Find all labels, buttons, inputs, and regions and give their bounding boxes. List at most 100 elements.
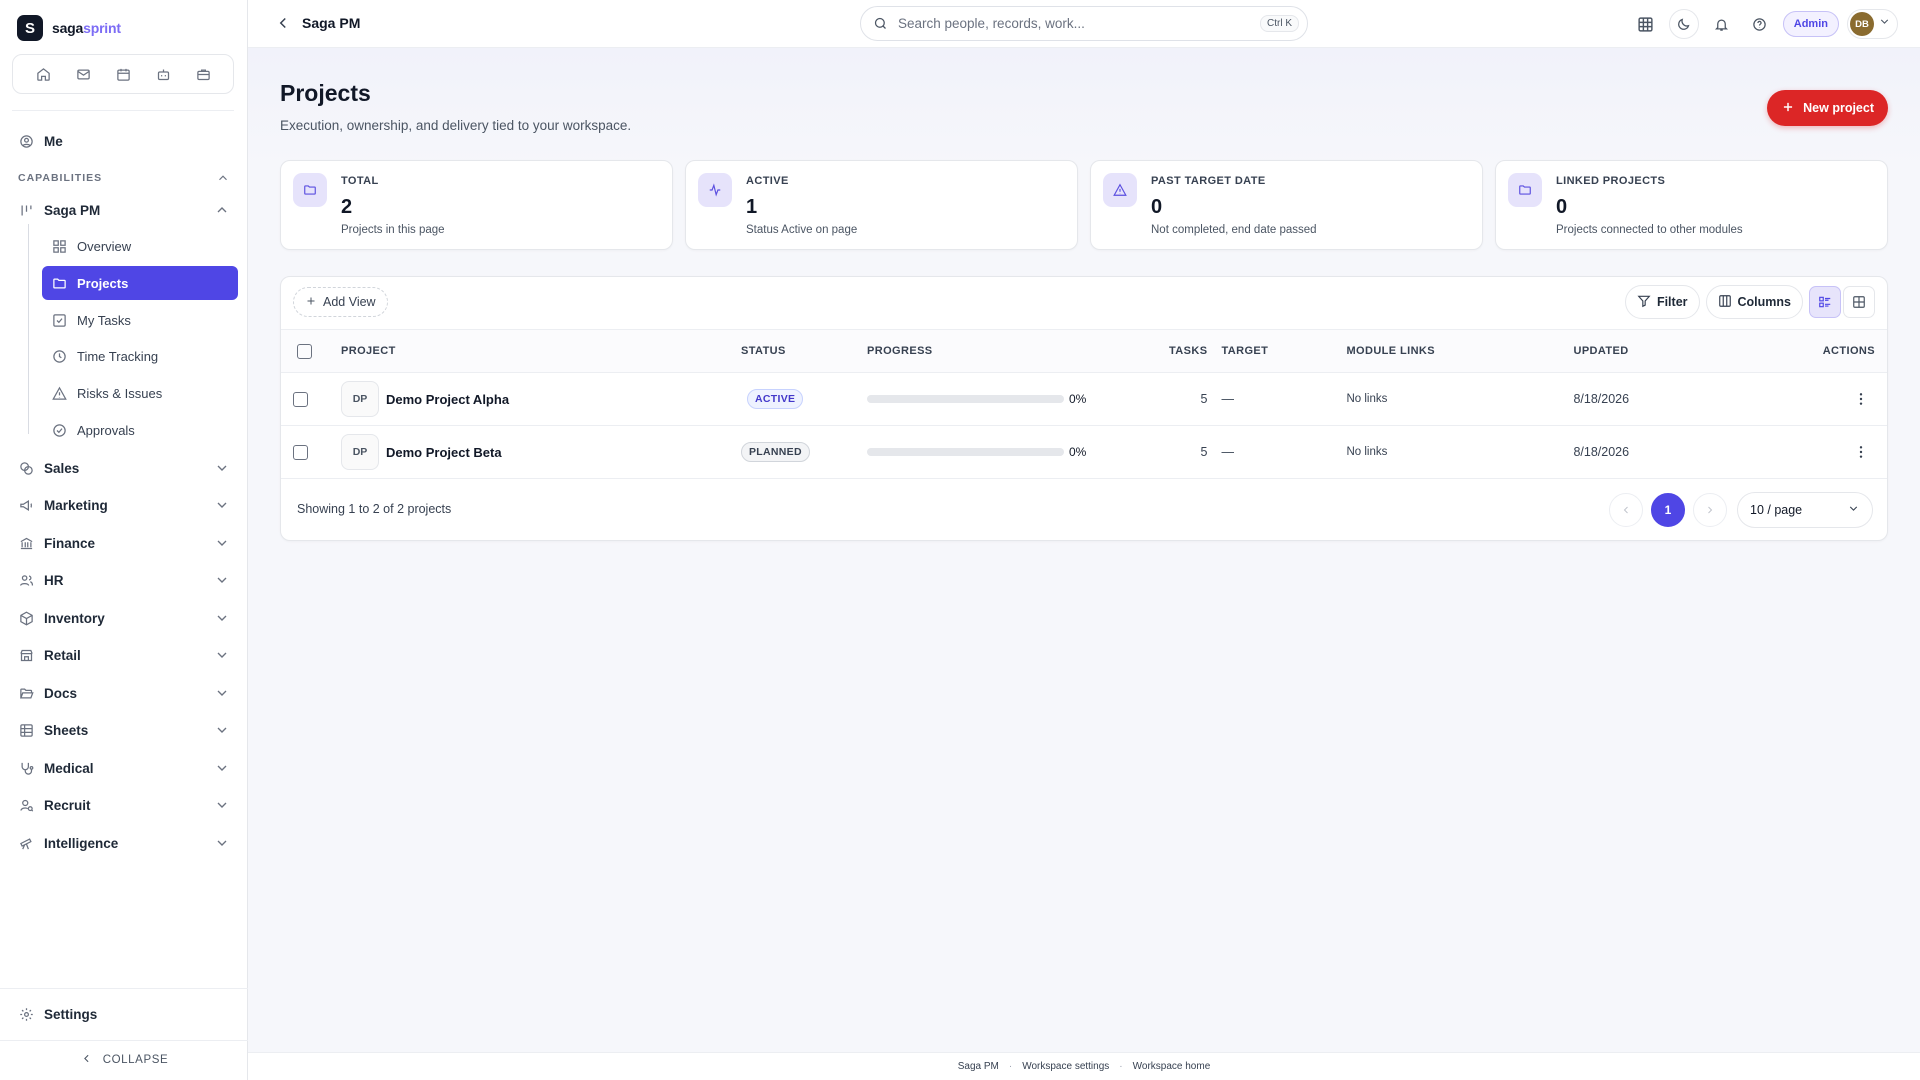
sidebar-item-finance[interactable]: Finance (18, 532, 230, 554)
table-row[interactable]: DP Demo Project Beta PLANNED 0% 5 — No l… (281, 426, 1887, 479)
table-row[interactable]: DP Demo Project Alpha ACTIVE 0% 5 — No l… (281, 373, 1887, 426)
sidebar-subitem-overview[interactable]: Overview (42, 229, 238, 263)
breadcrumb[interactable]: Saga PM (302, 15, 360, 31)
new-project-button[interactable]: New project (1767, 90, 1888, 126)
sidebar-subitem-time-tracking[interactable]: Time Tracking (42, 339, 238, 373)
sidebar-item-intelligence[interactable]: Intelligence (18, 832, 230, 854)
page-number-button[interactable]: 1 (1651, 493, 1685, 527)
project-name[interactable]: Demo Project Beta (386, 445, 502, 460)
prev-page-button[interactable] (1609, 493, 1643, 527)
users-icon (18, 572, 34, 588)
col-progress[interactable]: PROGRESS (867, 330, 1169, 373)
columns-button[interactable]: Columns (1705, 285, 1803, 319)
project-cell[interactable]: DP Demo Project Alpha (341, 381, 741, 417)
sidebar-item-me[interactable]: Me (18, 130, 230, 152)
col-target[interactable]: TARGET (1207, 330, 1346, 373)
row-checkbox[interactable] (293, 391, 308, 407)
progress-bar (867, 448, 1064, 456)
admin-badge[interactable]: Admin (1782, 11, 1839, 37)
home-icon[interactable] (32, 63, 54, 85)
sidebar-item-saga-pm[interactable]: Saga PM (18, 199, 230, 221)
plus-icon (1781, 100, 1795, 117)
sidebar-item-label: Marketing (44, 497, 108, 513)
sidebar-item-sheets[interactable]: Sheets (18, 719, 230, 741)
page-title: Projects (280, 80, 371, 106)
sidebar-subitem-my-tasks[interactable]: My Tasks (42, 303, 238, 337)
project-avatar: DP (341, 381, 379, 417)
chevron-down-icon (214, 610, 230, 626)
sidebar-subitem-approvals[interactable]: Approvals (42, 413, 238, 447)
page-subtitle: Execution, ownership, and delivery tied … (280, 118, 632, 133)
col-status[interactable]: STATUS (741, 330, 867, 373)
bot-icon[interactable] (152, 63, 174, 85)
col-updated[interactable]: UPDATED (1573, 330, 1733, 373)
col-project[interactable]: PROJECT (341, 330, 741, 373)
table-header-row: PROJECT STATUS PROGRESS TASKS TARGET MOD… (281, 329, 1887, 373)
sidebar-item-settings[interactable]: Settings (18, 1003, 230, 1025)
sidebar-subitem-label: My Tasks (77, 312, 131, 328)
project-cell[interactable]: DP Demo Project Beta (341, 434, 741, 470)
status-badge: PLANNED (741, 442, 810, 462)
sidebar-item-sales[interactable]: Sales (18, 457, 230, 479)
row-checkbox[interactable] (293, 444, 308, 460)
filter-label: Filter (1656, 295, 1688, 309)
global-search[interactable]: Ctrl K (860, 6, 1308, 41)
brand-logo: S (17, 15, 43, 41)
capabilities-section-label[interactable]: CAPABILITIES (18, 172, 230, 184)
chevron-up-icon (214, 202, 230, 218)
bank-icon (18, 535, 34, 551)
user-menu[interactable]: DB (1847, 9, 1898, 39)
collapse-label: COLLAPSE (102, 1054, 169, 1066)
select-all-checkbox[interactable] (297, 343, 312, 359)
grid-view-icon[interactable] (1843, 286, 1875, 318)
stat-card-active: ACTIVE 1 Status Active on page (685, 160, 1078, 250)
showing-count: Showing 1 to 2 of 2 projects (297, 502, 452, 516)
add-view-label: Add View (323, 295, 376, 309)
sidebar-item-marketing[interactable]: Marketing (18, 494, 230, 516)
main-content: Projects Execution, ownership, and deliv… (248, 48, 1920, 1052)
progress-percent: 0% (1069, 445, 1087, 459)
sidebar-item-retail[interactable]: Retail (18, 644, 230, 666)
activity-icon (698, 173, 732, 207)
col-tasks[interactable]: TASKS (1169, 330, 1207, 373)
sidebar-item-docs[interactable]: Docs (18, 682, 230, 704)
tree-line (28, 224, 29, 434)
sidebar-item-medical[interactable]: Medical (18, 757, 230, 779)
next-page-button[interactable] (1693, 493, 1727, 527)
sidebar-item-hr[interactable]: HR (18, 569, 230, 591)
progress-bar (867, 395, 1064, 403)
mail-icon[interactable] (72, 63, 94, 85)
col-module-links[interactable]: MODULE LINKS (1346, 330, 1573, 373)
calendar-icon[interactable] (112, 63, 134, 85)
sidebar-subitem-projects[interactable]: Projects (42, 266, 238, 300)
brand[interactable]: S sagasprint (17, 15, 121, 41)
page-size-select[interactable]: 10 / page (1737, 492, 1873, 528)
add-view-button[interactable]: Add View (293, 287, 388, 317)
search-input[interactable] (898, 16, 1250, 31)
list-view-icon[interactable] (1809, 286, 1841, 318)
sidebar-item-inventory[interactable]: Inventory (18, 607, 230, 629)
telescope-icon (18, 835, 34, 851)
moon-icon[interactable] (1668, 9, 1699, 39)
section-label-text: CAPABILITIES (18, 172, 103, 184)
more-vertical-icon[interactable] (1851, 389, 1871, 409)
help-icon[interactable] (1745, 9, 1775, 39)
module-links: No links (1346, 393, 1388, 405)
topbar: Saga PM Ctrl K Admin DB (248, 0, 1920, 48)
footer-link-saga-pm[interactable]: Saga PM (958, 1061, 999, 1072)
sidebar-subitem-risks-issues[interactable]: Risks & Issues (42, 376, 238, 410)
chevron-down-icon (214, 647, 230, 663)
updated-date: 8/18/2026 (1573, 445, 1630, 459)
sidebar-item-recruit[interactable]: Recruit (18, 794, 230, 816)
briefcase-icon[interactable] (192, 63, 214, 85)
footer-link-workspace-settings[interactable]: Workspace settings (1022, 1061, 1109, 1072)
collapse-sidebar-button[interactable]: COLLAPSE (0, 1052, 248, 1068)
filter-button[interactable]: Filter (1624, 285, 1700, 319)
footer-link-workspace-home[interactable]: Workspace home (1133, 1061, 1211, 1072)
more-vertical-icon[interactable] (1851, 442, 1871, 462)
filter-icon (1637, 294, 1651, 311)
bell-icon[interactable] (1707, 9, 1737, 39)
project-name[interactable]: Demo Project Alpha (386, 392, 509, 407)
back-arrow-icon[interactable] (274, 14, 292, 32)
apps-grid-icon[interactable] (1631, 9, 1661, 39)
